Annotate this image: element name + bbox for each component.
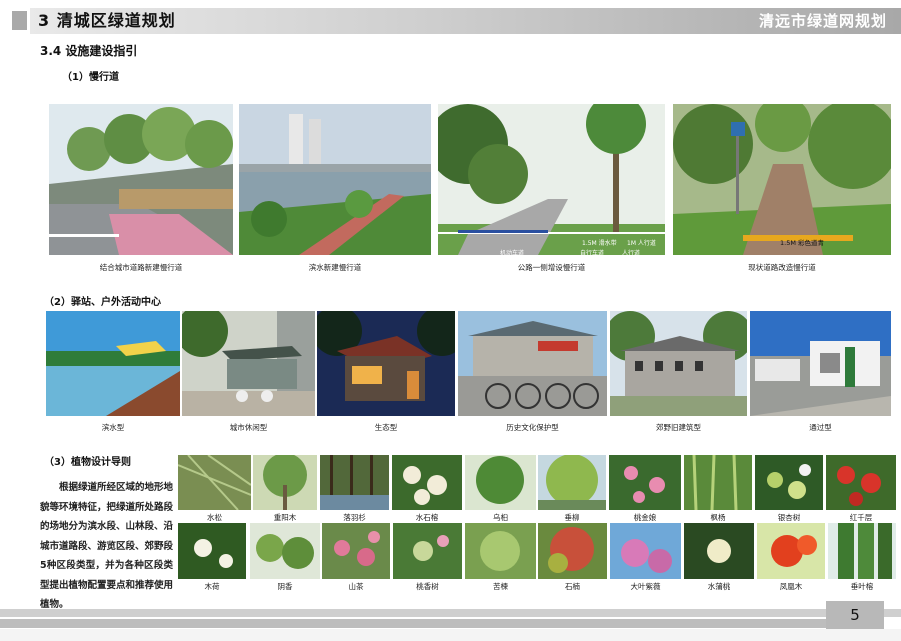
- rural-path-photo: [673, 104, 891, 255]
- plant-caption: 石楠: [565, 582, 580, 591]
- plant-caption: 山茶: [348, 582, 364, 591]
- plant-photo: [538, 523, 607, 579]
- plant-photo: [322, 523, 390, 579]
- plant-photo: [320, 455, 389, 510]
- waterfront-station-photo: [46, 311, 180, 416]
- page-title: 3 清城区绿道规划: [38, 11, 176, 30]
- plants-heading: （3）植物设计导则: [44, 457, 131, 468]
- photo-caption: 滨水新建慢行道: [308, 263, 362, 272]
- plant-caption: 木荷: [204, 582, 220, 591]
- plant-photo: [757, 523, 825, 579]
- header-accent-square: [12, 11, 27, 30]
- plant-photo: [538, 455, 606, 510]
- photo-caption: 生态型: [374, 423, 398, 432]
- plant-photo: [253, 455, 317, 510]
- plant-photo: [684, 455, 752, 510]
- plant-photo: [465, 523, 536, 579]
- plant-caption: 垂柳: [564, 513, 580, 522]
- pass-through-photo: [750, 311, 891, 416]
- photo-caption: 历史文化保护型: [506, 423, 559, 432]
- plant-photo: [178, 455, 251, 510]
- lane-label: 1M 人行道: [627, 240, 656, 247]
- plant-caption: 垂叶榕: [850, 582, 874, 591]
- photo-caption: 郊野旧建筑型: [656, 423, 701, 432]
- footer-band: [0, 609, 901, 617]
- lane-label: 人行道: [622, 250, 641, 257]
- plant-photo: [393, 523, 462, 579]
- plant-caption: 银杏树: [777, 513, 801, 522]
- plant-photo: [826, 455, 896, 510]
- photo-caption: 现状道路改造慢行道: [748, 263, 816, 272]
- plant-photo: [178, 523, 246, 579]
- plant-caption: 阴香: [277, 582, 293, 591]
- plant-caption: 水蒲桃: [707, 582, 731, 591]
- lane-label: 自行车道: [580, 250, 605, 257]
- photo-caption: 滨水型: [101, 423, 125, 432]
- photo-caption: 城市休闲型: [229, 423, 268, 432]
- lane-label: 1.5M 滑水带: [582, 240, 617, 247]
- eco-cabin-photo: [317, 311, 455, 416]
- photo-caption: 公路一侧增设慢行道: [517, 263, 586, 272]
- photo-caption: 通过型: [809, 423, 832, 432]
- plant-caption: 红千层: [849, 513, 873, 522]
- highway-side-photo: [438, 104, 665, 255]
- plant-photo: [465, 455, 536, 510]
- plant-caption: 水松: [207, 513, 222, 522]
- plant-caption: 桃金娘: [633, 513, 657, 522]
- plant-photo: [250, 523, 320, 579]
- waterfront-photo: [239, 104, 431, 255]
- heritage-photo: [458, 311, 607, 416]
- stations-heading: （2）驿站、户外活动中心: [44, 297, 161, 308]
- section-heading: 3.4 设施建设指引: [40, 44, 138, 58]
- plant-caption: 苦楝: [493, 582, 508, 591]
- plant-photo: [610, 523, 681, 579]
- plant-caption: 重阳木: [273, 513, 297, 522]
- plant-caption: 桃香树: [416, 582, 439, 591]
- urban-leisure-photo: [182, 311, 315, 416]
- plant-photo: [609, 455, 681, 510]
- lane-label: 机动车道: [500, 250, 525, 257]
- photo-caption: 结合城市道路新建慢行道: [99, 263, 183, 272]
- plants-paragraph: 根据绿道所经区域的地形地貌等环境特征，把绿道所处路段的场地分为滨水段、山林段、沿…: [40, 482, 174, 610]
- old-building-photo: [610, 311, 747, 416]
- city-road-photo: [49, 104, 233, 255]
- footer-band: [0, 619, 826, 628]
- plant-photo: [828, 523, 896, 579]
- page-number: 5: [826, 601, 884, 629]
- slow-road-heading: （1）慢行道: [62, 72, 119, 83]
- plant-photo: [392, 455, 462, 510]
- plant-caption: 乌桕: [493, 513, 508, 522]
- plant-caption: 落羽杉: [343, 513, 366, 522]
- lane-label: 1.5M 彩色道青: [780, 239, 825, 247]
- footer-base: [0, 629, 901, 641]
- plant-caption: 大叶紫薇: [630, 582, 661, 591]
- document-title: 清远市绿道网规划: [758, 12, 887, 30]
- plant-caption: 枫杨: [710, 513, 726, 522]
- plant-caption: 凤凰木: [779, 582, 803, 591]
- plant-photo: [755, 455, 823, 510]
- plant-caption: 水石榕: [415, 513, 439, 522]
- plant-photo: [684, 523, 754, 579]
